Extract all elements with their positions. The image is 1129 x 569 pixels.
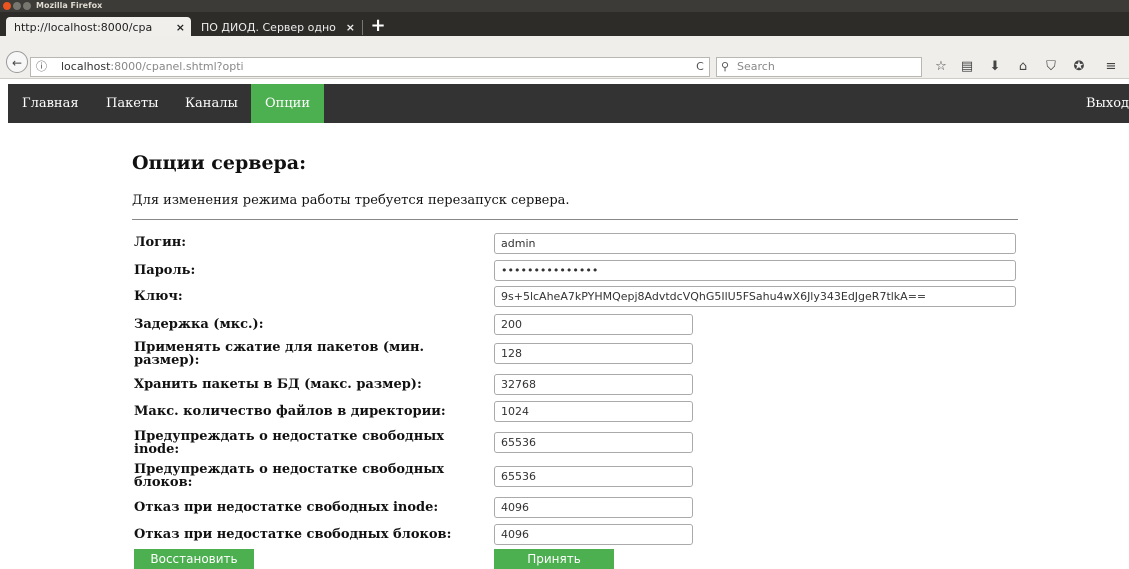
warn-inode-input[interactable]: 65536	[494, 432, 693, 453]
password-input[interactable]: •••••••••••••••	[494, 260, 1016, 281]
window-maximize-button[interactable]	[23, 2, 31, 10]
url-bar[interactable]: ⓘ localhost:8000/cpanel.shtml?opti	[30, 57, 710, 77]
field-label-max-files: Макс. количество файлов в директории:	[134, 404, 446, 419]
menu-icon[interactable]: ≡	[1100, 57, 1122, 77]
extension-icon[interactable]: ✪	[1068, 57, 1090, 77]
field-label-password: Пароль:	[134, 263, 196, 278]
db-size-input[interactable]: 32768	[494, 374, 693, 395]
compression-input[interactable]: 128	[494, 343, 693, 364]
url-host: localhost	[61, 60, 111, 73]
restore-button[interactable]: Восстановить	[134, 549, 254, 569]
url-text: localhost:8000/cpanel.shtml?opti	[61, 58, 244, 76]
nav-item-packets[interactable]: Пакеты	[92, 84, 172, 123]
tab-cpanel[interactable]: http://localhost:8000/cpa ×	[6, 17, 191, 38]
bookmark-star-icon[interactable]: ☆	[930, 57, 952, 77]
search-placeholder: Search	[737, 60, 775, 73]
warn-blocks-input[interactable]: 65536	[494, 466, 693, 487]
fail-blocks-input[interactable]: 4096	[494, 524, 693, 545]
tab-separator	[362, 20, 363, 35]
reload-icon[interactable]: C	[690, 57, 710, 77]
window-close-button[interactable]	[3, 2, 11, 10]
field-label-db-size: Хранить пакеты в БД (макс. размер):	[134, 377, 422, 392]
field-label-fail-blocks: Отказ при недостатке свободных блоков:	[134, 527, 452, 542]
delay-input[interactable]: 200	[494, 314, 693, 335]
nav-item-logout[interactable]: Выход	[1072, 84, 1129, 123]
window-minimize-button[interactable]	[13, 2, 21, 10]
login-input[interactable]: admin	[494, 233, 1016, 254]
tab-label: http://localhost:8000/cpa	[14, 21, 153, 34]
search-icon: ⚲	[721, 60, 730, 73]
site-navigation: Главная Пакеты Каналы Опции Выход	[8, 84, 1129, 123]
field-label-key: Ключ:	[134, 289, 183, 304]
home-icon[interactable]: ⌂	[1012, 57, 1034, 77]
nav-item-channels[interactable]: Каналы	[171, 84, 252, 123]
downloads-icon[interactable]: ⬇	[984, 57, 1006, 77]
key-input[interactable]: 9s+5lcAheA7kPYHMQepj8AdvtdcVQhG5IlU5FSah…	[494, 286, 1016, 307]
url-path: :8000/cpanel.shtml?opti	[110, 60, 244, 73]
field-label-fail-inode: Отказ при недостатке свободных inode:	[134, 500, 439, 515]
apply-button[interactable]: Принять	[494, 549, 614, 569]
info-icon[interactable]: ⓘ	[36, 58, 47, 76]
field-label-warn-inode: Предупреждать о недостатке свободных ino…	[134, 429, 444, 457]
nav-item-options[interactable]: Опции	[251, 84, 325, 123]
nav-item-home[interactable]: Главная	[8, 84, 93, 123]
divider	[132, 219, 1018, 220]
tab-close-icon[interactable]: ×	[176, 17, 185, 38]
back-button[interactable]: ←	[6, 51, 28, 73]
fail-inode-input[interactable]: 4096	[494, 497, 693, 518]
window-title: Mozilla Firefox	[36, 1, 103, 10]
field-label-login: Логин:	[134, 235, 187, 250]
field-label-delay: Задержка (мкс.):	[134, 317, 264, 332]
tab-diod[interactable]: ПО ДИОД. Сервер одно ×	[193, 17, 361, 38]
search-input[interactable]: ⚲ Search	[716, 57, 922, 77]
max-files-input[interactable]: 1024	[494, 401, 693, 422]
new-tab-button[interactable]: +	[368, 15, 388, 37]
tab-label: ПО ДИОД. Сервер одно	[201, 21, 336, 34]
reading-list-icon[interactable]: ▤	[956, 57, 978, 77]
restart-note: Для изменения режима работы требуется пе…	[132, 193, 570, 208]
page-title: Опции сервера:	[132, 152, 307, 174]
tab-close-icon[interactable]: ×	[346, 17, 355, 38]
field-label-compression: Применять сжатие для пакетов (мин. разме…	[134, 340, 425, 368]
field-label-warn-blocks: Предупреждать о недостатке свободных бло…	[134, 462, 444, 490]
window-titlebar: Mozilla Firefox	[0, 0, 1129, 12]
pocket-icon[interactable]: ⛉	[1040, 57, 1062, 77]
